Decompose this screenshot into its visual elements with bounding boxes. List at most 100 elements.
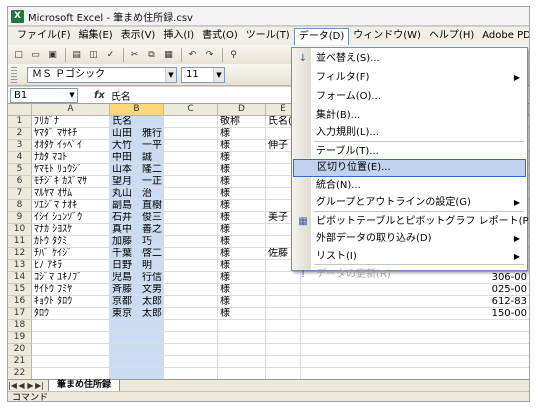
cell-a[interactable]: ﾁﾊﾞ ｹｲｼﾞ [32,248,110,260]
row-header[interactable]: 10 [8,224,32,236]
cell-a[interactable]: ｿｴｼﾞﾏ ﾅｵｷ [32,200,110,212]
cell-b[interactable]: 児島 行信 [110,272,164,284]
cell-b[interactable]: 真中 善之 [110,224,164,236]
cell-c[interactable] [164,212,218,224]
new-icon[interactable]: □ [11,47,26,62]
cell-c[interactable] [164,320,218,332]
cell-b[interactable]: 加藤 巧 [110,236,164,248]
prev-sheet-icon[interactable]: ◀ [17,381,26,390]
cell-d[interactable]: 様 [218,272,266,284]
row-header[interactable]: 12 [8,248,32,260]
cell-c[interactable] [164,284,218,296]
font-size-select[interactable]: 11 ▼ [181,66,225,83]
cell-right[interactable]: 150-00 [301,308,529,320]
cell-e[interactable] [266,308,301,320]
data-menu-item[interactable]: 統合(N)... [293,177,526,195]
cell-a[interactable]: ﾋﾉ ｱｷﾗ [32,260,110,272]
cell-a[interactable]: ﾔﾏﾓﾄ ﾘｭｳｼﾞ [32,164,110,176]
data-menu-item[interactable]: 外部データの取り込み(D) ▶ [293,230,526,248]
row-header[interactable]: 5 [8,164,32,176]
cell-e[interactable] [266,344,301,356]
cell-c[interactable] [164,332,218,344]
next-sheet-icon[interactable]: ▶ [26,381,35,390]
menu-format[interactable]: 書式(O) [198,28,242,44]
cell-a[interactable]: ｶﾄｳ ﾀｸﾐ [32,236,110,248]
menu-edit[interactable]: 編集(E) [75,28,117,44]
cell-a[interactable]: ｷｮｳﾄ ﾀﾛｳ [32,296,110,308]
cell-b[interactable]: 東京 太郎 [110,308,164,320]
cell-d[interactable]: 様 [218,164,266,176]
row-header[interactable]: 15 [8,284,32,296]
row-header[interactable]: 19 [8,332,32,344]
cell-c[interactable] [164,164,218,176]
cell-c[interactable] [164,200,218,212]
cell-d[interactable]: 様 [218,152,266,164]
data-menu-item[interactable]: フォーム(O)... [293,88,526,106]
cell-a[interactable]: ﾏﾅｶ ｼﾖｽｹ [32,224,110,236]
cell-c[interactable] [164,152,218,164]
cell-b[interactable]: 千葉 啓二 [110,248,164,260]
cell-a[interactable]: ﾓﾁｼﾞｷ ｶｽﾞﾏｻ [32,176,110,188]
font-name-select[interactable]: ＭＳ Ｐゴシック ▼ [27,66,177,83]
cell-a[interactable] [32,356,110,368]
row-header[interactable]: 1 [8,116,32,128]
menu-file[interactable]: ファイル(F) [13,28,75,44]
paste-icon[interactable]: ▦ [161,47,176,62]
save-icon[interactable]: ▣ [45,47,60,62]
redo-icon[interactable]: ↷ [202,47,217,62]
cell-c[interactable] [164,356,218,368]
cell-a[interactable]: ﾀﾛｳ [32,308,110,320]
cell-c[interactable] [164,176,218,188]
cell-d[interactable]: 様 [218,224,266,236]
cell-c[interactable] [164,272,218,284]
cell-d[interactable]: 様 [218,128,266,140]
cell-c[interactable] [164,128,218,140]
cell-d[interactable]: 様 [218,260,266,272]
cell-b[interactable]: 山本 隆二 [110,164,164,176]
data-menu-item[interactable]: フィルタ(F) ▶ [293,69,526,87]
cell-right[interactable]: 025-00 [301,284,529,296]
cell-c[interactable] [164,260,218,272]
cell-c[interactable] [164,308,218,320]
cell-b[interactable]: 山田 雅行 [110,128,164,140]
cell-b[interactable]: 京都 太郎 [110,296,164,308]
cell-a[interactable]: ｵｵﾀｹ ｲｯﾍﾟｲ [32,140,110,152]
cell-e[interactable] [266,320,301,332]
cell-c[interactable] [164,344,218,356]
cell-e[interactable] [266,356,301,368]
cell-e[interactable] [266,296,301,308]
row-header[interactable]: 4 [8,152,32,164]
cell-a[interactable] [32,332,110,344]
open-icon[interactable]: ▭ [28,47,43,62]
row-header[interactable]: 21 [8,356,32,368]
cell-a[interactable] [32,344,110,356]
cell-d[interactable]: 様 [218,200,266,212]
cell-b[interactable]: 丸山 治 [110,188,164,200]
cell-d[interactable] [218,356,266,368]
cell-b[interactable]: 氏名 [110,116,164,128]
cell-d[interactable]: 様 [218,248,266,260]
data-menu-item[interactable]: リスト(I) ▶ [293,248,526,266]
row-header[interactable]: 6 [8,176,32,188]
cell-b[interactable] [110,332,164,344]
cell-c[interactable] [164,188,218,200]
cell-right[interactable] [301,356,529,368]
cell-d[interactable] [218,344,266,356]
row-header[interactable]: 13 [8,260,32,272]
row-header[interactable]: 11 [8,236,32,248]
data-menu-item[interactable]: 区切り位置(E)... [293,159,526,177]
row-header[interactable]: 17 [8,308,32,320]
data-menu-item[interactable]: ▦ ピボットテーブルとピボットグラフ レポート(P)... [293,213,529,231]
cell-d[interactable] [218,332,266,344]
menu-adobe-pdf[interactable]: Adobe PDF(B) [478,28,529,44]
cell-d[interactable]: 様 [218,284,266,296]
cell-a[interactable]: ｲｼｲ ｼｭﾝｿﾞｳ [32,212,110,224]
menu-insert[interactable]: 挿入(I) [159,28,198,44]
cell-b[interactable]: 石井 俊三 [110,212,164,224]
cell-d[interactable] [218,320,266,332]
undo-icon[interactable]: ↶ [185,47,200,62]
cell-a[interactable]: ｺｼﾞﾏ ﾕｷﾉﾌﾞ [32,272,110,284]
cell-b[interactable]: 中田 誠 [110,152,164,164]
column-header-a[interactable]: A [32,104,110,116]
cell-c[interactable] [164,116,218,128]
